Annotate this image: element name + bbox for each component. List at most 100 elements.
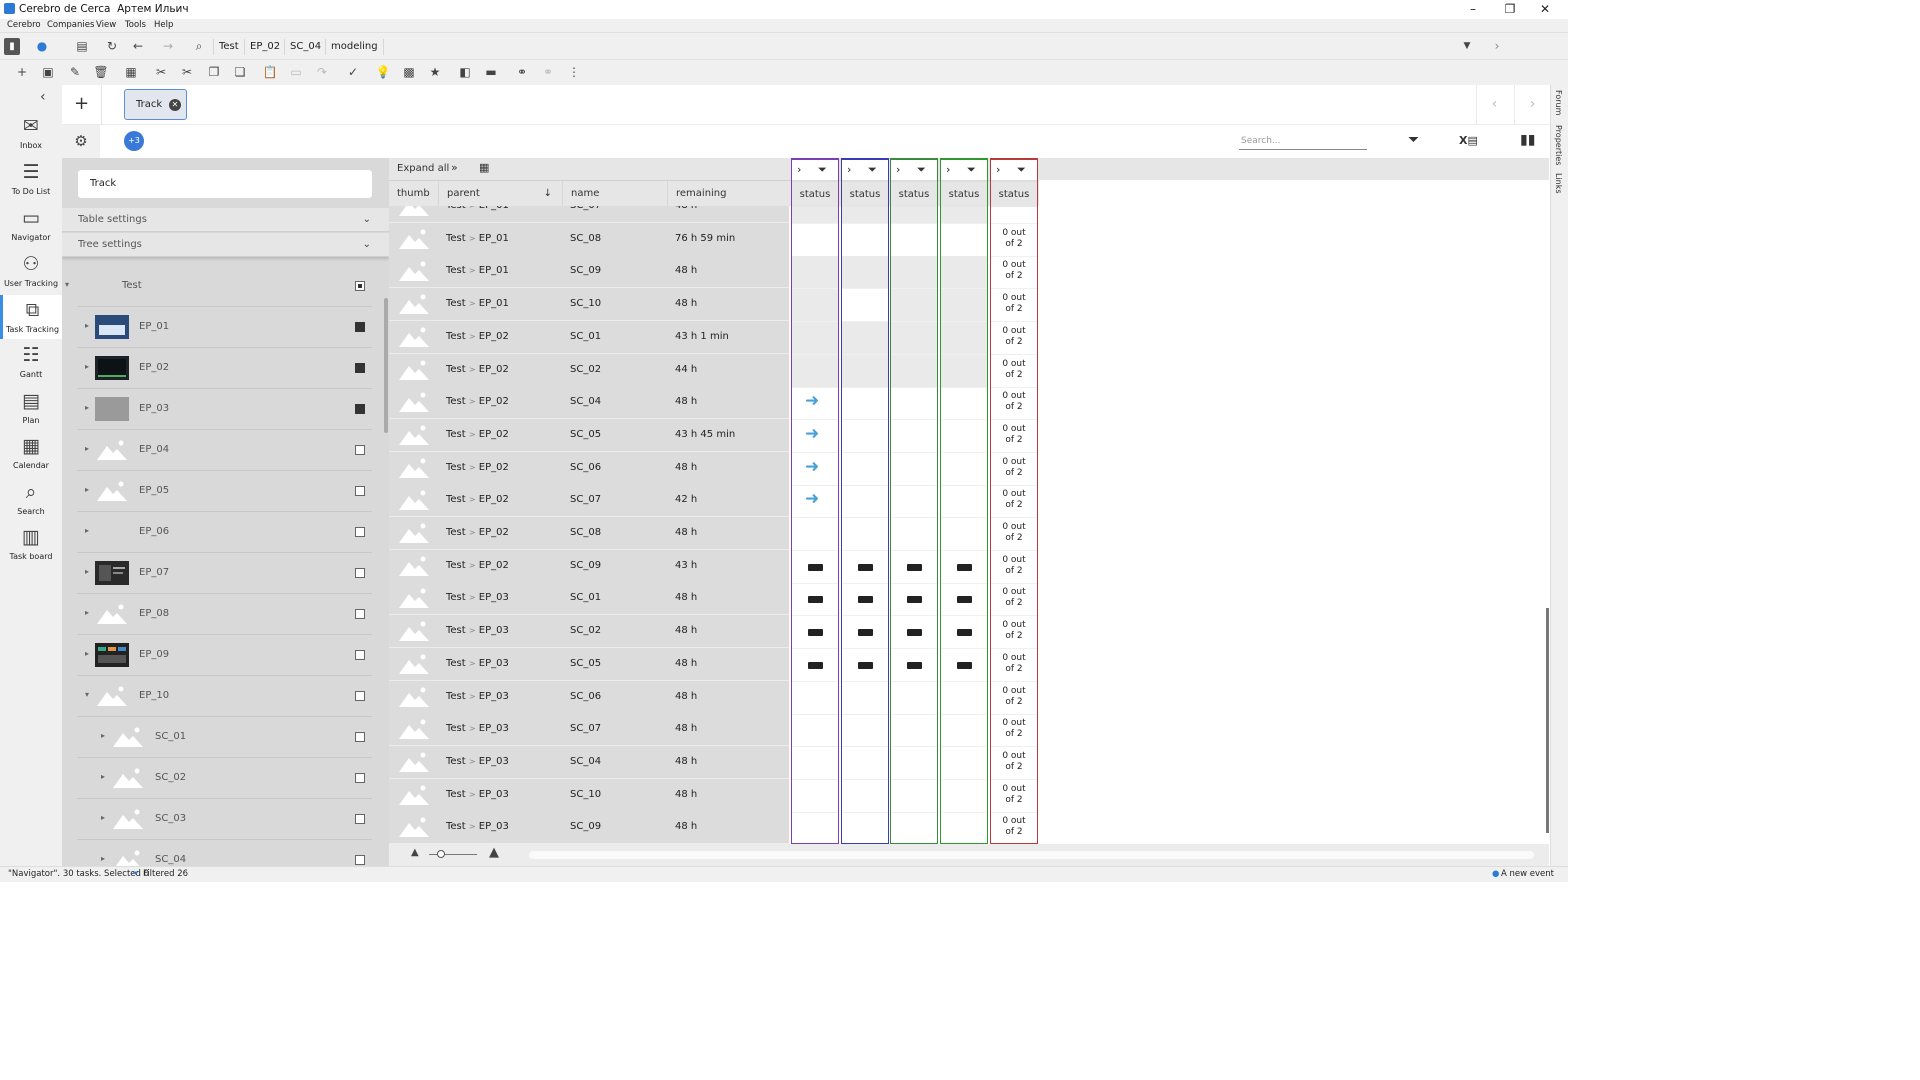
check-icon[interactable]: ✓ — [344, 65, 362, 79]
expand-column-icon[interactable]: › — [847, 163, 851, 176]
status-cell[interactable] — [842, 224, 888, 257]
expand-arrow-icon[interactable]: ▸ — [85, 649, 89, 658]
star-icon[interactable]: ★ — [426, 65, 444, 79]
table-row[interactable]: Test > EP_02 SC_06 48 h — [389, 451, 789, 485]
tree-item-checkbox[interactable] — [355, 855, 365, 865]
nav-inbox[interactable]: ✉ Inbox — [0, 115, 62, 155]
status-column-label[interactable]: status — [792, 181, 838, 207]
status-cell[interactable] — [941, 551, 987, 584]
status-cell[interactable]: 0 out of 2 — [991, 224, 1037, 257]
status-cell[interactable] — [891, 485, 937, 519]
status-cell[interactable]: 0 out of 2 — [991, 780, 1037, 813]
status-cell[interactable] — [792, 224, 838, 257]
status-cell[interactable] — [891, 583, 937, 617]
delete-icon[interactable]: 🗑 — [92, 65, 110, 79]
menu-tools[interactable]: Tools — [125, 20, 146, 30]
nav-task-tracking[interactable]: ⧉ Task Tracking — [0, 295, 62, 339]
expand-arrow-icon[interactable]: ▸ — [85, 526, 89, 535]
tree-item[interactable]: ▸ EP_01 — [77, 307, 372, 348]
tree-item-checkbox[interactable] — [355, 732, 365, 742]
table-row[interactable]: Test > EP_02 SC_04 48 h — [389, 386, 789, 420]
status-cell[interactable] — [891, 780, 937, 813]
stack-icon[interactable]: ◧ — [456, 65, 474, 79]
column-name[interactable]: name — [562, 181, 667, 207]
expand-arrow-icon[interactable]: ▸ — [85, 608, 89, 617]
status-cell[interactable] — [792, 583, 838, 617]
status-cell[interactable] — [941, 485, 987, 519]
status-cell[interactable] — [941, 387, 987, 421]
close-tab-icon[interactable]: ✕ — [169, 99, 181, 111]
tree-item[interactable]: ▸ EP_02 — [77, 348, 372, 389]
table-vertical-scrollbar[interactable] — [1546, 608, 1549, 833]
status-cell[interactable] — [941, 682, 987, 715]
table-row[interactable]: Test > EP_03 SC_09 48 h — [389, 811, 789, 844]
panel-toggle-icon[interactable]: ▮ — [4, 38, 20, 55]
status-cell[interactable] — [792, 354, 838, 388]
tree-item[interactable]: ▸ EP_04 — [77, 430, 372, 471]
tree-item-checkbox[interactable] — [355, 281, 365, 291]
status-cell[interactable] — [891, 420, 937, 453]
tree-settings-toggle[interactable]: Tree settings ⌄ — [62, 233, 389, 257]
table-row[interactable]: Test > EP_02 SC_08 48 h — [389, 517, 789, 550]
paste-icon[interactable]: 📋 — [261, 65, 279, 79]
status-cell[interactable]: 0 out of 2 — [991, 289, 1037, 323]
forward-icon[interactable]: → — [159, 39, 177, 53]
tree-item-checkbox[interactable] — [355, 691, 365, 701]
filter-icon[interactable]: ⏷ — [1017, 163, 1026, 177]
expand-arrow-icon[interactable]: ▾ — [65, 280, 69, 289]
status-cell[interactable] — [891, 289, 937, 323]
status-cell[interactable] — [792, 747, 838, 780]
tree-item[interactable]: ▸ SC_01 — [77, 717, 372, 758]
add-icon[interactable]: + — [13, 65, 31, 79]
status-cell[interactable] — [842, 256, 888, 290]
status-cell[interactable] — [842, 780, 888, 813]
tree-view-icon[interactable]: ▤ — [73, 39, 91, 53]
status-cell[interactable]: 0 out of 2 — [991, 649, 1037, 682]
tree-item[interactable]: ▸ EP_05 — [77, 471, 372, 512]
copy-icon[interactable]: ❐ — [205, 65, 223, 79]
zoom-out-icon[interactable]: ▲ — [411, 847, 419, 858]
cut-link-icon[interactable]: ✂ — [178, 65, 196, 79]
expand-arrow-icon[interactable]: ▸ — [85, 362, 89, 371]
status-cell[interactable] — [891, 453, 937, 486]
status-cell[interactable]: 0 out of 2 — [991, 355, 1037, 388]
status-cell[interactable] — [792, 649, 838, 682]
status-cell[interactable] — [941, 224, 987, 257]
status-cell[interactable] — [792, 616, 838, 650]
breadcrumb-ep02[interactable]: EP_02 — [244, 39, 280, 55]
breadcrumb-modeling[interactable]: modeling — [325, 39, 384, 55]
status-cell[interactable]: 0 out of 2 — [991, 812, 1037, 844]
expand-arrow-icon[interactable]: ▸ — [101, 731, 105, 740]
status-cell[interactable]: 0 out of 2 — [991, 583, 1037, 617]
redo-icon[interactable]: ↷ — [313, 65, 331, 79]
expand-arrow-icon[interactable]: ▸ — [85, 444, 89, 453]
tree-item-checkbox[interactable] — [355, 486, 365, 496]
status-cell[interactable] — [842, 453, 888, 486]
status-cell[interactable] — [792, 682, 838, 715]
breadcrumb-sc04[interactable]: SC_04 — [284, 39, 321, 55]
column-parent[interactable]: parent ↓ — [438, 181, 562, 207]
table-row[interactable]: Test > EP_01 SC_09 48 h — [389, 255, 789, 289]
edit-icon[interactable]: ✎ — [66, 65, 84, 79]
status-cell[interactable] — [792, 812, 838, 844]
status-cell[interactable] — [842, 207, 888, 224]
status-cell[interactable]: 0 out of 2 — [991, 714, 1037, 748]
table-row[interactable]: Test > EP_02 SC_09 43 h — [389, 549, 789, 583]
expand-arrow-icon[interactable]: ▸ — [101, 854, 105, 863]
status-cell[interactable] — [891, 256, 937, 290]
status-cell[interactable] — [891, 682, 937, 715]
status-column-label[interactable]: status — [991, 181, 1037, 207]
status-cell[interactable]: of 2 — [991, 207, 1037, 224]
tree-item[interactable]: ▸ SC_03 — [77, 799, 372, 840]
status-cell[interactable]: 0 out of 2 — [991, 551, 1037, 584]
table-row[interactable]: Test > EP_01 SC_08 76 h 59 min — [389, 222, 789, 256]
status-cell[interactable]: 0 out of 2 — [991, 485, 1037, 519]
status-cell[interactable] — [941, 321, 987, 355]
expand-column-icon[interactable]: › — [797, 163, 801, 176]
tree-item-checkbox[interactable] — [355, 404, 365, 414]
status-cell[interactable]: 0 out of 2 — [991, 518, 1037, 551]
expand-column-icon[interactable]: › — [896, 163, 900, 176]
expand-column-icon[interactable]: › — [996, 163, 1000, 176]
column-remaining[interactable]: remaining — [667, 181, 789, 207]
status-cell[interactable] — [842, 649, 888, 682]
